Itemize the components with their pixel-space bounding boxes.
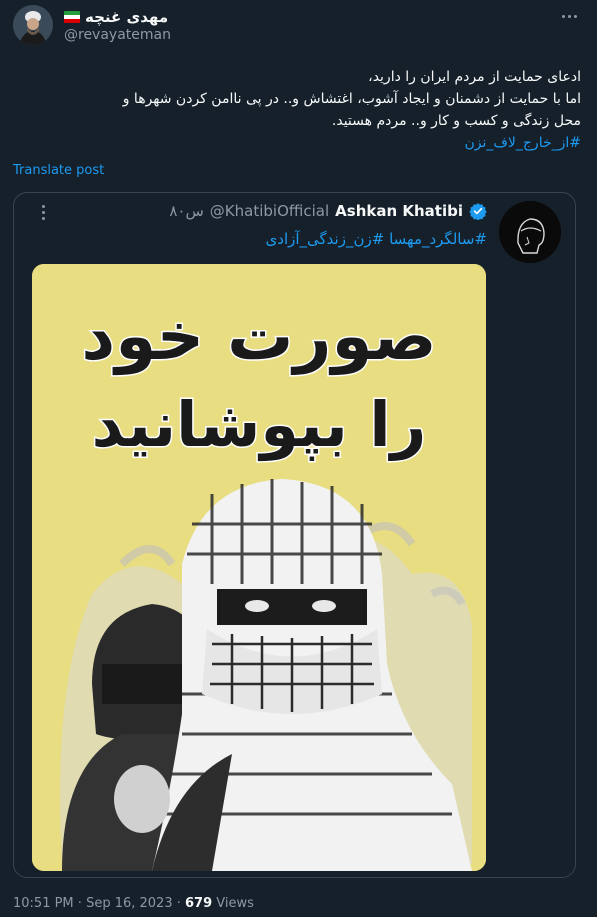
quoted-more-icon[interactable]	[40, 202, 46, 222]
quoted-hashtag[interactable]: #سالگرد_مهسا	[389, 230, 487, 248]
author-name-row[interactable]: مهدی غنچه	[64, 7, 168, 27]
iran-flag-icon	[64, 11, 80, 23]
post-line: اما با حمایت از دشمنان و ایجاد آشوب، اغت…	[122, 91, 581, 107]
poster-line-2: را بپوشانید	[92, 388, 427, 461]
post: مهدی غنچه @revayateman ادعای حمایت از مر…	[0, 0, 597, 917]
quoted-image[interactable]: صورت خود را بپوشانید	[32, 264, 486, 871]
more-options-icon[interactable]	[557, 6, 581, 26]
quoted-handle[interactable]: @KhatibiOfficial	[210, 202, 329, 220]
author-avatar[interactable]	[13, 5, 53, 45]
quoted-display-name[interactable]: Ashkan Khatibi	[335, 202, 463, 220]
post-text: ادعای حمایت از مردم ایران را دارید، اما …	[21, 66, 581, 154]
author-display-name[interactable]: مهدی غنچه	[85, 8, 168, 26]
views-count: 679	[185, 896, 213, 911]
poster-illustration: صورت خود را بپوشانید	[32, 264, 486, 871]
post-line: ادعای حمایت از مردم ایران را دارید،	[368, 69, 581, 85]
quoted-header: ۸۰س @KhatibiOfficial Ashkan Khatibi	[169, 202, 487, 220]
quoted-post[interactable]: ۸۰س @KhatibiOfficial Ashkan Khatibi #سال…	[13, 192, 576, 878]
quoted-hashtag[interactable]: #زن_زندگی_آزادی	[266, 230, 385, 248]
author-handle[interactable]: @revayateman	[64, 27, 171, 43]
views-label: Views	[216, 896, 254, 911]
post-line: محل زندگی و کسب و کار و.. مردم هستید.	[331, 113, 581, 129]
verified-badge-icon	[469, 203, 487, 220]
quoted-avatar[interactable]	[499, 201, 561, 263]
poster-line-1: صورت خود	[81, 298, 436, 376]
post-time[interactable]: 10:51 PM	[13, 896, 74, 911]
quoted-time: ۸۰س	[169, 202, 204, 220]
translate-post-link[interactable]: Translate post	[13, 163, 104, 178]
post-date[interactable]: Sep 16, 2023	[86, 896, 173, 911]
post-meta: 10:51 PM · Sep 16, 2023 · 679 Views	[13, 896, 254, 911]
post-hashtag[interactable]: #از_خارج_لاف_نزن	[465, 135, 582, 151]
quoted-hashtags: #سالگرد_مهسا #زن_زندگی_آزادی	[266, 230, 487, 248]
